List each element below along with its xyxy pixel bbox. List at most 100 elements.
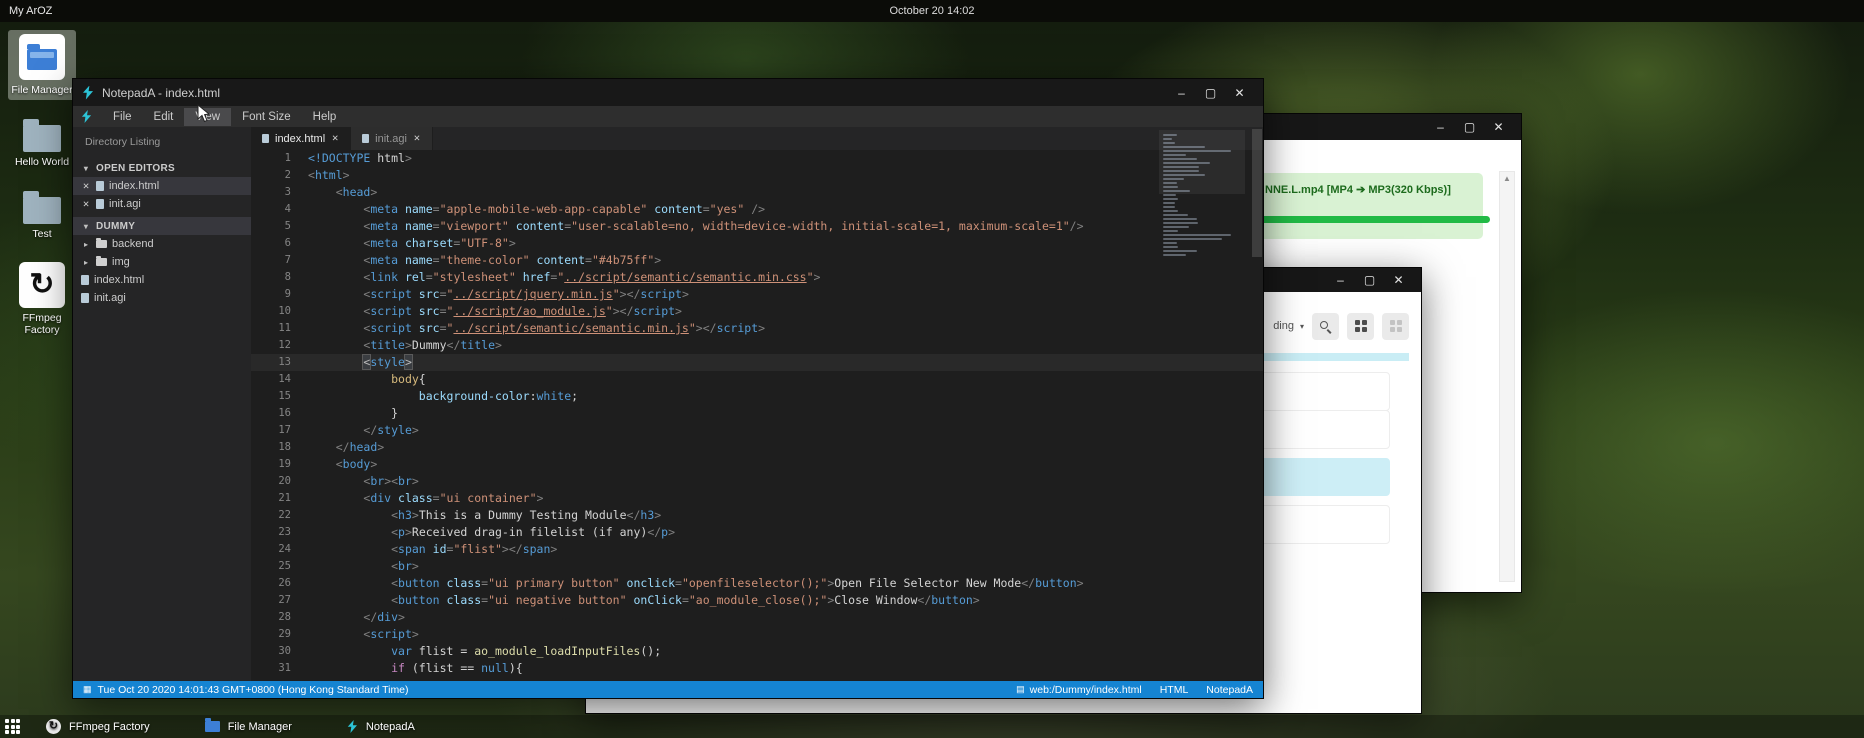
code-line: 21 <div class="ui container">	[251, 490, 1263, 507]
chevron-right-icon: ▸	[81, 258, 91, 267]
tab-init-agi[interactable]: init.agi✕	[351, 127, 433, 150]
line-number: 6	[251, 235, 308, 252]
line-number: 1	[251, 150, 308, 167]
desktop-icon-hello-world[interactable]: Hello World	[8, 114, 76, 172]
menu-items: FileEditViewFont SizeHelp	[102, 108, 347, 126]
taskbar-item-notepada[interactable]: NotepadA	[347, 720, 415, 733]
close-button[interactable]: ✕	[1484, 114, 1513, 140]
code-line: 22 <h3>This is a Dummy Testing Module</h…	[251, 507, 1263, 524]
close-button[interactable]: ✕	[1225, 80, 1254, 106]
menu-file[interactable]: File	[102, 108, 143, 126]
line-number: 13	[251, 354, 308, 371]
sidebar-item-img[interactable]: ▸img	[73, 253, 251, 271]
chevron-down-icon: ▾	[81, 164, 91, 173]
sidebar-item-index-html[interactable]: ✕index.html	[73, 177, 251, 195]
sort-dropdown[interactable]: ding ▾	[1273, 320, 1304, 332]
code-line: 30 var flist = ao_module_loadInputFiles(…	[251, 643, 1263, 660]
ffmpeg-icon: ↻	[19, 262, 65, 308]
notepad-sidebar: Directory Listing ▾OPEN EDITORS✕index.ht…	[73, 127, 251, 681]
line-number: 22	[251, 507, 308, 524]
notepad-menubar: FileEditViewFont SizeHelp	[73, 106, 1263, 127]
minimize-button[interactable]: –	[1167, 80, 1196, 106]
line-number: 17	[251, 422, 308, 439]
menu-help[interactable]: Help	[302, 108, 348, 126]
grid-view-button[interactable]	[1347, 313, 1374, 340]
sort-dropdown-label: ding	[1273, 320, 1294, 332]
desktop-icon-test[interactable]: Test	[8, 186, 76, 244]
menu-view[interactable]: View	[184, 108, 231, 126]
sidebar-heading: Directory Listing	[73, 127, 251, 155]
close-icon[interactable]: ✕	[331, 133, 339, 144]
line-number: 19	[251, 456, 308, 473]
line-number: 3	[251, 184, 308, 201]
code-editor[interactable]: 1<!DOCTYPE html>2<html>3 <head>4 <meta n…	[251, 150, 1263, 681]
code-line: 26 <button class="ui primary button" onc…	[251, 575, 1263, 592]
desktop-icon-file-manager[interactable]: File Manager	[8, 30, 76, 100]
sidebar-section-open-editors[interactable]: ▾OPEN EDITORS	[73, 159, 251, 177]
sidebar-section-dummy[interactable]: ▾DUMMY	[73, 217, 251, 235]
desktop-icon-ffmpeg-factory[interactable]: ↻FFmpeg Factory	[8, 258, 76, 340]
editor-scrollbar[interactable]	[1251, 127, 1263, 681]
statusbar-language[interactable]: HTML	[1160, 684, 1189, 696]
statusbar-filepath[interactable]: web:/Dummy/index.html	[1030, 684, 1142, 696]
close-icon[interactable]: ✕	[413, 133, 421, 144]
code-line: 4 <meta name="apple-mobile-web-app-capab…	[251, 201, 1263, 218]
code-line: 29 <script>	[251, 626, 1263, 643]
sidebar-item-backend[interactable]: ▸backend	[73, 235, 251, 253]
code-line: 10 <script src="../script/ao_module.js">…	[251, 303, 1263, 320]
notepad-main: Directory Listing ▾OPEN EDITORS✕index.ht…	[73, 127, 1263, 681]
sidebar-item-init-agi[interactable]: init.agi	[73, 289, 251, 307]
scroll-up-icon[interactable]: ▲	[1500, 172, 1514, 186]
notepad-statusbar: ▦ Tue Oct 20 2020 14:01:43 GMT+0800 (Hon…	[73, 681, 1263, 698]
folder-icon	[96, 240, 107, 248]
notepada-icon	[347, 720, 358, 733]
line-number: 29	[251, 626, 308, 643]
tab-index-html[interactable]: index.html✕	[251, 127, 351, 150]
taskbar-item-ffmpeg-factory[interactable]: ↻FFmpeg Factory	[46, 719, 150, 734]
line-number: 12	[251, 337, 308, 354]
file-icon	[362, 134, 369, 143]
line-number: 23	[251, 524, 308, 541]
list-view-button[interactable]	[1382, 313, 1409, 340]
close-button[interactable]: ✕	[1384, 267, 1413, 293]
scrollbar[interactable]: ▲	[1499, 171, 1515, 582]
sidebar-item-index-html[interactable]: index.html	[73, 271, 251, 289]
maximize-button[interactable]: ▢	[1355, 267, 1384, 293]
notepad-titlebar[interactable]: NotepadA - index.html – ▢ ✕	[73, 79, 1263, 106]
maximize-button[interactable]: ▢	[1196, 80, 1225, 106]
line-number: 31	[251, 660, 308, 677]
folder-icon	[96, 258, 107, 266]
desktop-icon-label: Hello World	[11, 156, 73, 168]
close-icon[interactable]: ✕	[81, 181, 91, 192]
code-line: 31 if (flist == null){	[251, 660, 1263, 677]
minimize-button[interactable]: –	[1426, 114, 1455, 140]
menu-edit[interactable]: Edit	[143, 108, 185, 126]
system-top-bar: My ArOZ October 20 14:02	[0, 0, 1864, 22]
search-button[interactable]	[1312, 313, 1339, 340]
minimize-button[interactable]: –	[1326, 267, 1355, 293]
minimap[interactable]	[1159, 130, 1245, 290]
code-line: 7 <meta name="theme-color" content="#4b7…	[251, 252, 1263, 269]
close-icon[interactable]: ✕	[81, 199, 91, 210]
line-number: 11	[251, 320, 308, 337]
code-line: 1<!DOCTYPE html>	[251, 150, 1263, 167]
maximize-button[interactable]: ▢	[1455, 114, 1484, 140]
code-line: 8 <link rel="stylesheet" href="../script…	[251, 269, 1263, 286]
notepada-logo-icon	[82, 86, 94, 100]
app-launcher-icon[interactable]	[5, 719, 20, 734]
line-number: 5	[251, 218, 308, 235]
editor-pane[interactable]: index.html✕init.agi✕ 1<!DOCTYPE html>2<h…	[251, 127, 1263, 681]
taskbar-item-file-manager[interactable]: File Manager	[205, 721, 292, 733]
window-controls: – ▢ ✕	[1426, 114, 1513, 140]
file-icon	[96, 199, 104, 209]
code-line: 25 <br>	[251, 558, 1263, 575]
line-number: 24	[251, 541, 308, 558]
desktop-icon-label: File Manager	[11, 84, 73, 96]
menu-font-size[interactable]: Font Size	[231, 108, 302, 126]
ffmpeg-icon: ↻	[46, 719, 61, 734]
folder-icon	[23, 118, 61, 152]
line-number: 27	[251, 592, 308, 609]
code-line: 5 <meta name="viewport" content="user-sc…	[251, 218, 1263, 235]
notepad-window[interactable]: NotepadA - index.html – ▢ ✕ FileEditView…	[72, 78, 1264, 699]
sidebar-item-init-agi[interactable]: ✕init.agi	[73, 195, 251, 213]
